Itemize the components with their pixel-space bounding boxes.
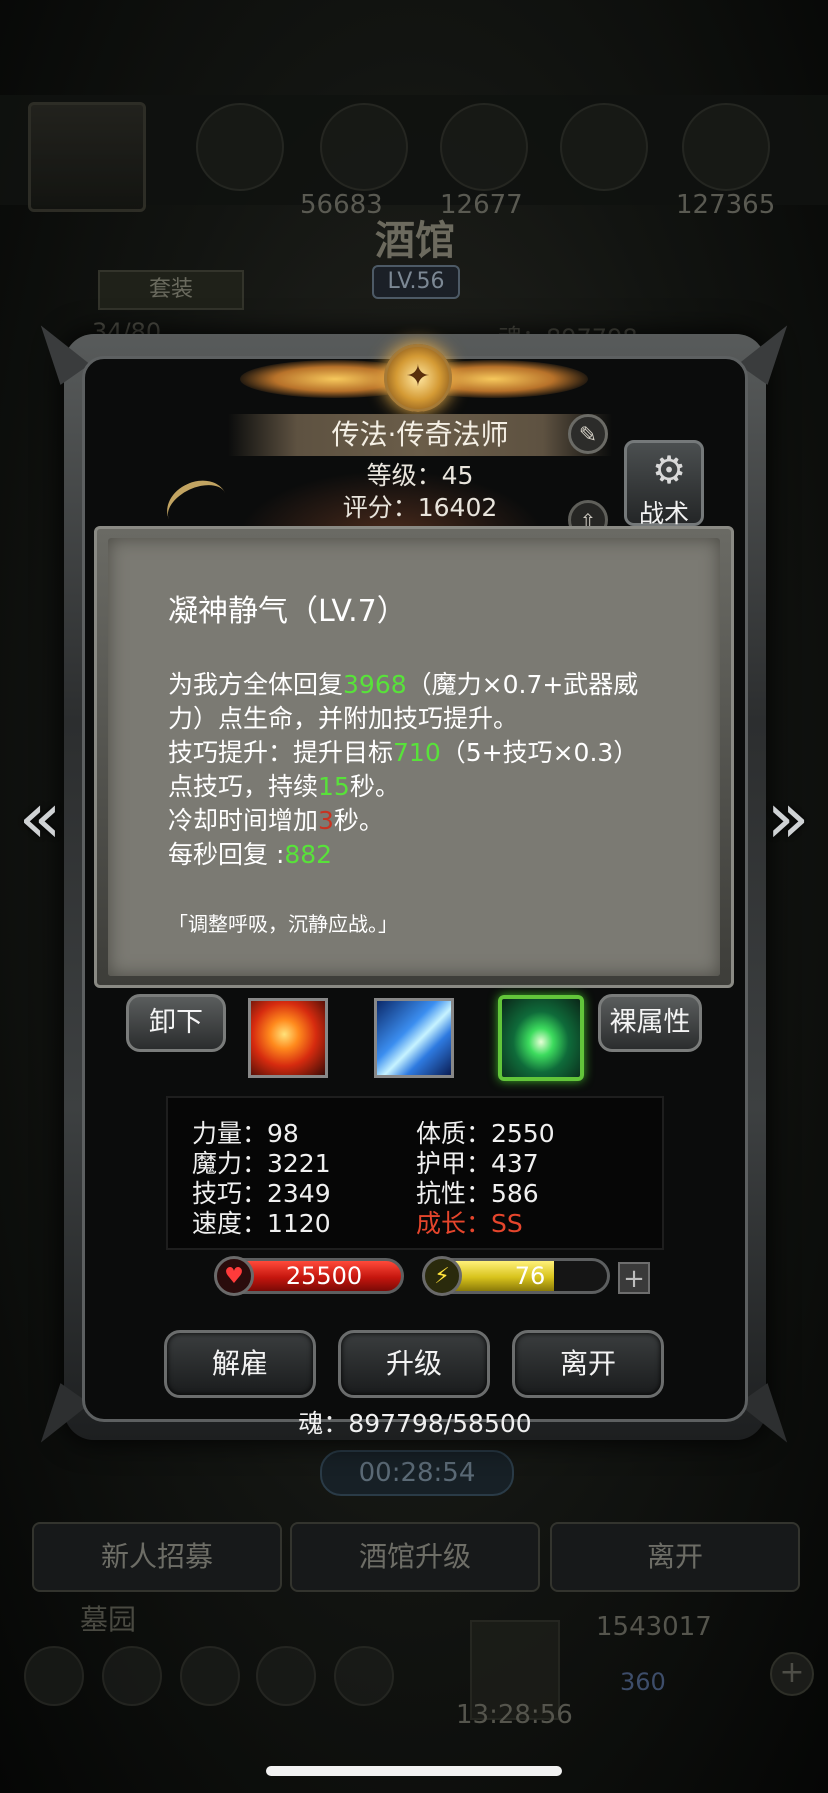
home-indicator[interactable] [266, 1766, 562, 1776]
skill-boost-amount: 710 [393, 738, 441, 767]
menu-icon [256, 1646, 316, 1706]
skill-desc-line: 点技巧，持续15秒。 [168, 770, 678, 804]
player-avatar [28, 102, 146, 212]
heal-amount: 3968 [343, 670, 407, 699]
resource-orb-icon [320, 103, 408, 191]
graveyard-label: 墓园 [80, 1603, 137, 1636]
desc-text: 技巧提升：提升目标 [168, 738, 394, 767]
fire-skill-icon[interactable] [248, 998, 328, 1078]
bare-attributes-button[interactable]: 裸属性 [598, 994, 702, 1052]
add-currency-button: + [770, 1652, 814, 1696]
heal-per-second: 882 [284, 840, 333, 869]
leave-button[interactable]: 离开 [512, 1330, 664, 1398]
tavern-leave-button: 离开 [550, 1522, 800, 1592]
desc-text: 秒。 [333, 806, 384, 835]
lightning-icon: ⚡ [422, 1256, 462, 1296]
skill-desc-line: 每秒回复 :882 [168, 838, 678, 872]
desc-text: 冷却时间增加 [168, 806, 319, 835]
chest-timer: 13:28:56 [456, 1700, 573, 1730]
hero-name: 传法·传奇法师 [331, 418, 509, 451]
desc-text: （魔力×0.7+武器威 [406, 670, 639, 699]
refresh-timer: 00:28:54 [320, 1450, 514, 1496]
unequip-button[interactable]: 卸下 [126, 994, 226, 1052]
tavern-upgrade-button: 酒馆升级 [290, 1522, 540, 1592]
dismiss-button[interactable]: 解雇 [164, 1330, 316, 1398]
desc-text: 每秒回复 : [168, 840, 285, 869]
tavern-title: 酒馆 [375, 218, 455, 264]
desc-text: 为我方全体回复 [168, 670, 344, 699]
resource-orb-icon [560, 103, 648, 191]
desc-text: （5+技巧×0.3） [440, 738, 639, 767]
recruit-button: 新人招募 [32, 1522, 282, 1592]
add-energy-button[interactable]: + [618, 1262, 650, 1294]
tavern-level-badge: LV.56 [372, 265, 460, 299]
stat-growth: 成长：SS [416, 1209, 523, 1238]
menu-icon [24, 1646, 84, 1706]
resource-value: 127365 [676, 190, 776, 220]
tactics-label: 战术 [638, 499, 689, 528]
menu-icon [334, 1646, 394, 1706]
class-emblem-icon: ✦ [384, 344, 452, 412]
heal-skill-icon[interactable] [498, 995, 584, 1081]
menu-icon [180, 1646, 240, 1706]
previous-hero-arrow-icon[interactable]: « [10, 778, 70, 858]
heart-icon: ♥ [214, 1256, 254, 1296]
gear-icon: ⚙ [652, 448, 687, 492]
resource-orb-icon [196, 103, 284, 191]
skill-description: 为我方全体回复3968（魔力×0.7+武器威 力）点生命，并附加技巧提升。 技巧… [168, 668, 678, 872]
hero-score: 评分：16402 [342, 493, 498, 522]
pencil-icon: ✎ [578, 423, 598, 448]
upgrade-button[interactable]: 升级 [338, 1330, 490, 1398]
skill-flavor-text: 「调整呼吸，沉静应战。」 [168, 912, 398, 936]
hp-value: 25500 [285, 1262, 363, 1290]
resource-orb-icon [440, 103, 528, 191]
next-hero-arrow-icon[interactable]: » [758, 778, 818, 858]
skill-desc-line: 冷却时间增加3秒。 [168, 804, 678, 838]
skill-desc-line: 为我方全体回复3968（魔力×0.7+武器威 [168, 668, 678, 702]
menu-icon [102, 1646, 162, 1706]
gold-amount: 1543017 [596, 1612, 712, 1642]
soul-cost: 魂：897798/58500 [298, 1409, 532, 1438]
ice-skill-icon[interactable] [374, 998, 454, 1078]
suit-tab: 套装 [98, 270, 244, 310]
skill-desc-line: 力）点生命，并附加技巧提升。 [168, 702, 678, 736]
resource-orb-icon [682, 103, 770, 191]
skill-title: 凝神静气（LV.7） [168, 594, 407, 629]
cooldown-increase: 3 [318, 806, 334, 835]
rename-button[interactable]: ✎ [568, 414, 608, 454]
stat-speed: 速度：1120 [192, 1209, 331, 1238]
hero-level: 等级：45 [366, 461, 474, 490]
gem-amount: 360 [620, 1668, 666, 1696]
desc-text: 点技巧，持续 [168, 772, 319, 801]
desc-text: 力）点生命，并附加技巧提升。 [168, 704, 519, 733]
duration-value: 15 [318, 772, 350, 801]
desc-text: 秒。 [349, 772, 400, 801]
skill-desc-line: 技巧提升：提升目标710（5+技巧×0.3） [168, 736, 678, 770]
energy-value: 76 [514, 1262, 546, 1290]
